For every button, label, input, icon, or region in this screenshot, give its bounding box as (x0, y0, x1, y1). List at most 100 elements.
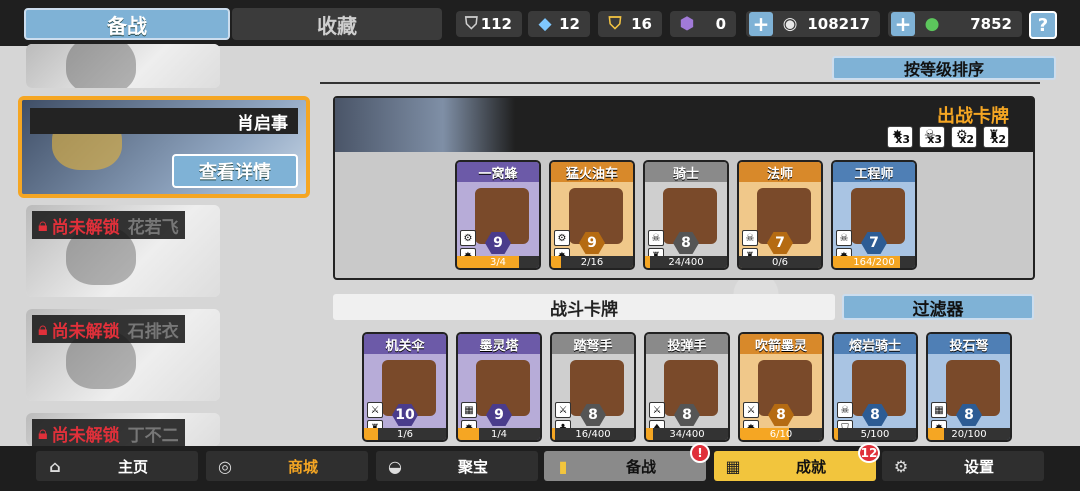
progress-text: 20/100 (951, 428, 987, 440)
card[interactable]: 投石弩▦✸820/100 (926, 332, 1012, 442)
add-gems-button[interactable]: + (891, 12, 915, 36)
resource-purple-token[interactable]: ⬢ 0 (670, 11, 736, 37)
card-type-icon: ▦ (461, 402, 477, 418)
character-card-locked[interactable]: 🔒︎ 尚未解锁 花若飞 (26, 205, 220, 297)
card-progress: 3/4 (457, 256, 539, 268)
progress-text: 1/6 (396, 428, 414, 440)
resource-crystal[interactable]: ◆ 12 (528, 11, 590, 37)
nav-achievements[interactable]: ▦ 成就 12 (714, 443, 880, 481)
nav-label: 备战 (625, 457, 656, 476)
view-details-button[interactable]: 查看详情 (172, 154, 298, 188)
tab-collection[interactable]: 收藏 (232, 8, 442, 40)
sort-by-level-button[interactable]: 按等级排序 (832, 56, 1056, 80)
card-name: 投石弩 (928, 334, 1010, 354)
notification-badge: ! (690, 443, 710, 463)
card-type-icon: ⚔ (367, 402, 383, 418)
card[interactable]: 猛火油车⚙✸92/16 (549, 160, 635, 270)
nav-home[interactable]: ⌂ 主页 (36, 451, 198, 481)
card-name: 工程师 (833, 162, 915, 182)
progress-fill (458, 428, 479, 440)
progress-text: 6/10 (769, 428, 793, 440)
filter-button[interactable]: 过滤器 (842, 294, 1034, 320)
progress-fill (834, 428, 839, 440)
locked-label: 🔒︎ 尚未解锁 石排衣 (32, 315, 185, 343)
progress-fill (646, 428, 653, 440)
card[interactable]: 投弹手⚔♠834/400 (644, 332, 730, 442)
silver-coin-icon: ◉ (782, 14, 798, 34)
progress-text: 5/100 (860, 428, 890, 440)
card-type-icon: ▦ (931, 402, 947, 418)
lock-text: 尚未解锁 (51, 321, 120, 342)
resource-silver[interactable]: ⛉ 112 (456, 11, 522, 37)
silver-shield-icon: ⛉ (464, 14, 478, 34)
card[interactable]: 骑士☠♜824/400 (643, 160, 729, 270)
nav-settings[interactable]: ⚙ 设置 (882, 451, 1044, 481)
card[interactable]: 机关伞⚔♜101/6 (362, 332, 448, 442)
card-progress: 20/100 (928, 428, 1010, 440)
resource-value: 0 (715, 15, 726, 33)
resource-value: 16 (631, 15, 652, 33)
card[interactable]: 一窝蜂⚙✸93/4 (455, 160, 541, 270)
locked-label: 🔒︎ 尚未解锁 花若飞 (32, 211, 185, 239)
progress-fill (551, 256, 562, 268)
card-progress: 1/6 (364, 428, 446, 440)
card[interactable]: 踏弩手⚔♣816/400 (550, 332, 636, 442)
progress-text: 16/400 (575, 428, 611, 440)
character-card-partial[interactable] (26, 44, 220, 88)
coins-value: 108217 (807, 15, 870, 33)
card[interactable]: 工程师☠✸7164/200 (831, 160, 917, 270)
card-deck-icon: ▮ (558, 456, 568, 476)
resource-gold-shield[interactable]: ⛉ 16 (598, 11, 662, 37)
nav-treasure[interactable]: ◒ 聚宝 (376, 451, 538, 481)
character-card-locked[interactable]: 🔒︎ 尚未解锁 丁不二 (26, 413, 220, 446)
card-type-icon: ☠ (836, 230, 852, 246)
card[interactable]: 吹箭墨灵⚔✸86/10 (738, 332, 824, 442)
card-type-icon: ⚔ (743, 402, 759, 418)
card-name: 机关伞 (364, 334, 446, 354)
home-icon: ⌂ (49, 456, 61, 476)
nav-label: 商城 (287, 457, 318, 476)
progress-fill (645, 256, 650, 268)
card-type-icon: ⚙ (554, 230, 570, 246)
burst-icon: ✸ x3 (887, 126, 913, 148)
card-type-icon: ⚔ (555, 402, 571, 418)
lock-icon: 🔒︎ (38, 214, 48, 236)
card[interactable]: 法师☠♜70/6 (737, 160, 823, 270)
deck-title: 出战卡牌 (937, 106, 1009, 127)
coins-icon: ◎ (218, 456, 232, 476)
helmet-icon: ♜ x2 (983, 126, 1009, 148)
card-progress: 164/200 (833, 256, 915, 268)
character-card-selected[interactable]: 肖启事 查看详情 (18, 96, 310, 198)
nav-prepare[interactable]: ▮ 备战 ! (544, 443, 710, 481)
card[interactable]: 墨灵塔▦✸91/4 (456, 332, 542, 442)
card-progress: 2/16 (551, 256, 633, 268)
progress-text: 1/4 (490, 428, 508, 440)
character-name: 花若飞 (127, 217, 179, 238)
notification-badge: 12 (858, 443, 880, 463)
character-card-locked[interactable]: 🔒︎ 尚未解锁 石排衣 (26, 309, 220, 401)
nav-shop[interactable]: ◎ 商城 (206, 451, 368, 481)
battle-deck-panel: 出战卡牌 ✸x3 ☠x3 ⚙x2 ♜x2 一窝蜂⚙✸93/4猛火油车⚙✸92/1… (333, 96, 1035, 280)
bottom-nav: ⌂ 主页 ◎ 商城 ◒ 聚宝 ▮ 备战 ! ▦ 成就 12 ⚙ 设置 (0, 443, 1080, 491)
character-name: 石排衣 (127, 321, 179, 342)
progress-fill (364, 428, 378, 440)
progress-fill (552, 428, 556, 440)
progress-fill (457, 256, 519, 268)
gear-skull-icon: ⚙ x2 (951, 126, 977, 148)
help-button[interactable]: ? (1029, 11, 1057, 39)
skull-icon: ☠ x3 (919, 126, 945, 148)
deck-header: 出战卡牌 ✸ x3 ☠ x3 ⚙ x2 ♜ x2 (335, 98, 1033, 152)
add-coins-button[interactable]: + (749, 12, 773, 36)
nav-label: 设置 (963, 457, 994, 476)
card[interactable]: 熔岩骑士☠⛉85/100 (832, 332, 918, 442)
tab-prepare[interactable]: 备战 (24, 8, 230, 40)
resource-value: 112 (480, 15, 512, 33)
progress-text: 3/4 (489, 256, 507, 268)
hero-banner (335, 98, 515, 152)
progress-text: 24/400 (668, 256, 704, 268)
character-face (66, 44, 136, 88)
locked-label: 🔒︎ 尚未解锁 丁不二 (32, 419, 185, 446)
card-name: 墨灵塔 (458, 334, 540, 354)
card-name: 一窝蜂 (457, 162, 539, 182)
character-name: 肖启事 (30, 108, 298, 134)
